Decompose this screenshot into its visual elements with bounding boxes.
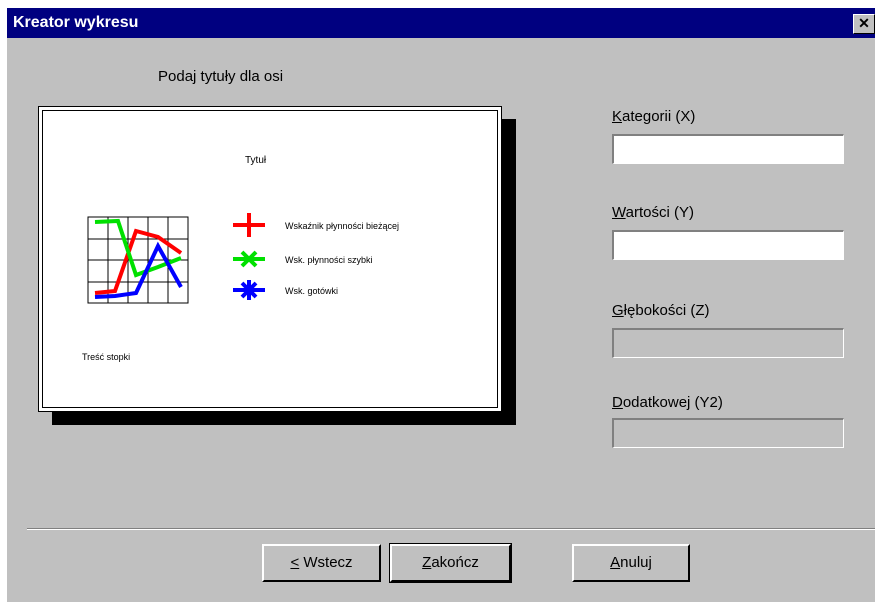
legend-marker-blue [233,280,265,300]
cancel-button[interactable]: Anuluj [572,544,690,582]
preview-chart-title: Tytuł [245,155,267,166]
step-heading: Podaj tytuły dla osi [158,68,284,85]
legend-marker-red [233,213,265,237]
finish-button[interactable]: Zakończ [389,543,512,583]
close-button[interactable]: ✕ [853,14,875,34]
preview-footer-text: Treść stopki [82,352,130,362]
value-y-input[interactable] [612,230,844,260]
legend-label-1: Wskaźnik płynności bieżącej [285,221,399,231]
button-separator [27,528,875,530]
legend-label-3: Wsk. gotówki [285,286,338,296]
window-title: Kreator wykresu [13,14,139,31]
chart-preview: Tytuł Wskaźnik płynności bieżącej Wsk. p… [38,106,502,412]
window-left-edge [0,0,7,602]
title-bar[interactable]: Kreator wykresu ✕ [7,8,875,38]
legend-label-2: Wsk. płynności szybki [285,255,373,265]
back-button[interactable]: < Wstecz [262,544,381,582]
label-depth-z: Głębokości (Z) [612,302,710,319]
window-top-edge [0,0,875,8]
label-secondary-y2: Dodatkowej (Y2) [612,394,723,411]
preview-chart: Tytuł Wskaźnik płynności bieżącej Wsk. p… [82,155,399,362]
close-icon: ✕ [858,15,870,31]
category-x-input[interactable] [612,134,844,164]
depth-z-input [612,328,844,358]
secondary-y2-input [612,418,844,448]
legend-marker-green [233,250,265,268]
label-category-x: Kategorii (X) [612,108,696,125]
label-value-y: Wartości (Y) [612,204,694,221]
